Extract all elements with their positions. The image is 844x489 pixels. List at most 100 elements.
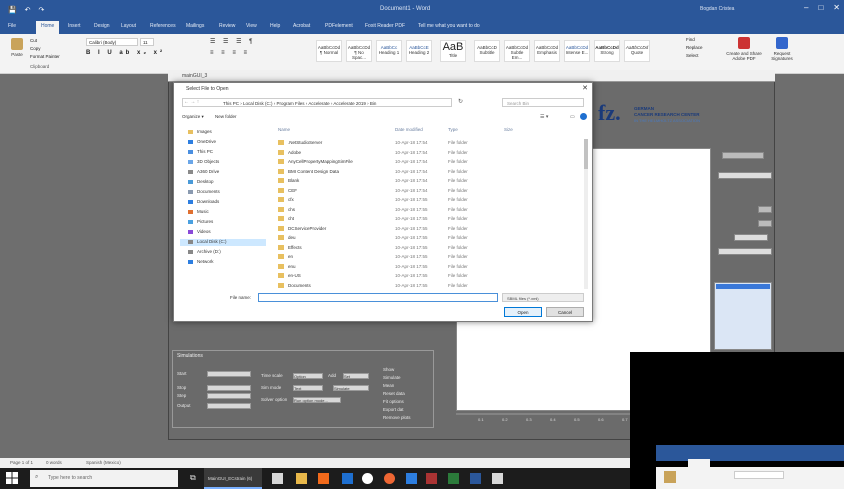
style-heading-2[interactable]: AaBbCcE Heading 2 bbox=[406, 40, 432, 62]
file-row[interactable]: .NetStudioServer 10-Apr-18 17:54 File fold… bbox=[270, 139, 586, 147]
alignment-buttons[interactable]: ≡ ≡ ≡ ≡ bbox=[210, 50, 250, 56]
search-input[interactable]: Search Bin bbox=[502, 98, 584, 107]
right-panel-field-3[interactable] bbox=[734, 234, 768, 241]
file-row[interactable]: Adobe 10-Apr-18 17:54 File folder bbox=[270, 149, 586, 157]
new-folder-button[interactable]: New folder bbox=[215, 114, 237, 119]
file-row[interactable]: chs 10-Apr-18 17:55 File folder bbox=[270, 206, 586, 214]
copy-button[interactable]: Copy bbox=[30, 46, 41, 51]
tab-pdfelement[interactable]: PDFelement bbox=[325, 23, 353, 29]
app-icon-3[interactable] bbox=[492, 473, 503, 484]
sim-input-step[interactable] bbox=[207, 393, 251, 399]
file-type-select[interactable]: SBML files (*.xml) bbox=[502, 293, 584, 302]
help-icon[interactable] bbox=[580, 113, 587, 120]
file-row[interactable]: AnyCellPropertyMappingSimFile 10-Apr-18 1… bbox=[270, 158, 586, 166]
maximize-icon[interactable]: □ bbox=[818, 3, 823, 12]
file-row[interactable]: cht 10-Apr-18 17:55 File folder bbox=[270, 215, 586, 223]
nav-item[interactable]: Documents bbox=[188, 189, 220, 196]
col-name[interactable]: Name bbox=[278, 127, 290, 132]
quick-access-toolbar[interactable]: 💾 ↶ ↷ bbox=[8, 6, 47, 14]
select-button[interactable]: Select bbox=[686, 53, 699, 58]
mail-icon[interactable] bbox=[342, 473, 353, 484]
style-quote[interactable]: AaBbCcDd Quote bbox=[624, 40, 650, 62]
sim-input-start[interactable] bbox=[207, 371, 251, 377]
taskbar-search-input[interactable]: Type here to search bbox=[30, 470, 178, 487]
sim-check-6[interactable]: Export dat bbox=[383, 407, 404, 412]
right-panel-list-selected[interactable] bbox=[716, 284, 770, 289]
nav-item[interactable]: Archive (D:) bbox=[188, 249, 221, 256]
tab-help[interactable]: Help bbox=[270, 23, 280, 29]
folder-icon[interactable] bbox=[296, 473, 307, 484]
sim-check-7[interactable]: Remove plots bbox=[383, 415, 411, 420]
font-size-select[interactable]: 11 bbox=[140, 38, 154, 46]
file-row[interactable]: Blank 10-Apr-18 17:54 File folder bbox=[270, 177, 586, 185]
request-signatures-button[interactable]: Request Signatures bbox=[768, 37, 796, 61]
sim-dropdown-1[interactable]: Option bbox=[293, 373, 323, 379]
taskbar-app-button[interactable]: MainGUI_ECstrain (6) bbox=[204, 468, 262, 489]
right-panel-button[interactable] bbox=[722, 152, 764, 159]
browser-icon[interactable] bbox=[384, 473, 395, 484]
ms-store-icon[interactable] bbox=[318, 473, 329, 484]
nav-item[interactable]: Desktop bbox=[188, 179, 214, 186]
preview-pane-icon[interactable]: ▭ bbox=[570, 114, 575, 120]
sim-check-1[interactable]: Show bbox=[383, 367, 394, 372]
font-name-select[interactable]: Calibri (Body) bbox=[86, 38, 138, 46]
file-row[interactable]: cfx 10-Apr-18 17:55 File folder bbox=[270, 196, 586, 204]
close-icon[interactable]: ✕ bbox=[833, 3, 840, 12]
app-icon-2[interactable] bbox=[426, 473, 437, 484]
sim-check-4[interactable]: Reset data bbox=[383, 391, 405, 396]
right-panel-field-1[interactable] bbox=[758, 206, 772, 213]
tell-me-box[interactable]: Tell me what you want to do bbox=[418, 23, 480, 29]
sim-check-5[interactable]: Fit options bbox=[383, 399, 404, 404]
file-list-scrollbar[interactable] bbox=[584, 139, 588, 289]
file-row[interactable]: en 10-Apr-18 17:55 File folder bbox=[270, 253, 586, 261]
replace-button[interactable]: Replace bbox=[686, 45, 703, 50]
excel-icon[interactable] bbox=[448, 473, 459, 484]
tab-references[interactable]: References bbox=[150, 23, 176, 29]
style-normal[interactable]: AaBbCcDd ¶ Normal bbox=[316, 40, 342, 62]
tab-foxit[interactable]: Foxit Reader PDF bbox=[365, 23, 405, 29]
file-explorer-icon[interactable] bbox=[272, 473, 283, 484]
windows-start-icon[interactable] bbox=[6, 472, 18, 484]
file-row[interactable]: CEF 10-Apr-18 17:54 File folder bbox=[270, 187, 586, 195]
sim-dropdown-3[interactable]: Run option mode... bbox=[293, 397, 341, 403]
file-row[interactable]: Effects 10-Apr-18 17:55 File folder bbox=[270, 244, 586, 252]
tab-review[interactable]: Review bbox=[219, 23, 235, 29]
task-view-icon[interactable]: ⧉ bbox=[190, 473, 196, 483]
scrollbar-thumb[interactable] bbox=[584, 139, 588, 169]
style-heading-1[interactable]: AaBbCc Heading 1 bbox=[376, 40, 402, 62]
find-button[interactable]: Find bbox=[686, 37, 695, 42]
sim-dropdown-2[interactable]: Text bbox=[293, 385, 323, 391]
style-strong[interactable]: AaBbCcDd Strong bbox=[594, 40, 620, 62]
organize-button[interactable]: Organize ▾ bbox=[182, 114, 204, 119]
paragraph-buttons[interactable]: ☰ ☰ ☰ ¶ bbox=[210, 38, 255, 45]
user-name[interactable]: Bogdan Cristea bbox=[700, 6, 734, 12]
cut-button[interactable]: Cut bbox=[30, 38, 37, 43]
sim-set-button[interactable]: Set bbox=[343, 373, 369, 379]
tab-mailings[interactable]: Mailings bbox=[186, 23, 204, 29]
view-options-icon[interactable]: ☰ ▾ bbox=[540, 114, 548, 120]
nav-item[interactable]: Music bbox=[188, 209, 209, 216]
sim-check-3[interactable]: Mean bbox=[383, 383, 394, 388]
file-row[interactable]: BMI Content Design Data 10-Apr-18 17:54 Fi… bbox=[270, 168, 586, 176]
cancel-button[interactable]: Cancel bbox=[546, 307, 584, 317]
right-panel-list[interactable] bbox=[714, 282, 772, 350]
col-date[interactable]: Date modified bbox=[395, 127, 423, 132]
font-format-buttons[interactable]: B I U ab x₂ x² bbox=[86, 50, 165, 56]
style-no-spacing[interactable]: AaBbCcDd ¶ No Spac... bbox=[346, 40, 372, 62]
file-row[interactable]: deu 10-Apr-18 17:55 File folder bbox=[270, 234, 586, 242]
style-subtle-emphasis[interactable]: AaBbCcDd Subtle Em... bbox=[504, 40, 530, 62]
tab-file[interactable]: File bbox=[8, 23, 16, 29]
nav-item[interactable]: A360 Drive bbox=[188, 169, 219, 176]
nav-item[interactable]: Videos bbox=[188, 229, 211, 236]
right-panel-field-4[interactable] bbox=[718, 248, 772, 255]
col-size[interactable]: Size bbox=[504, 127, 513, 132]
tab-acrobat[interactable]: Acrobat bbox=[293, 23, 310, 29]
word-icon[interactable] bbox=[470, 473, 481, 484]
tab-home[interactable]: Home bbox=[36, 21, 60, 34]
address-bar[interactable]: This PC › Local Disk (C:) › Program File… bbox=[182, 98, 452, 107]
format-painter-button[interactable]: Format Painter bbox=[30, 54, 60, 59]
chrome-icon[interactable] bbox=[362, 473, 373, 484]
app-icon-1[interactable] bbox=[406, 473, 417, 484]
refresh-icon[interactable]: ↻ bbox=[458, 98, 463, 105]
right-panel-field-2[interactable] bbox=[758, 220, 772, 227]
